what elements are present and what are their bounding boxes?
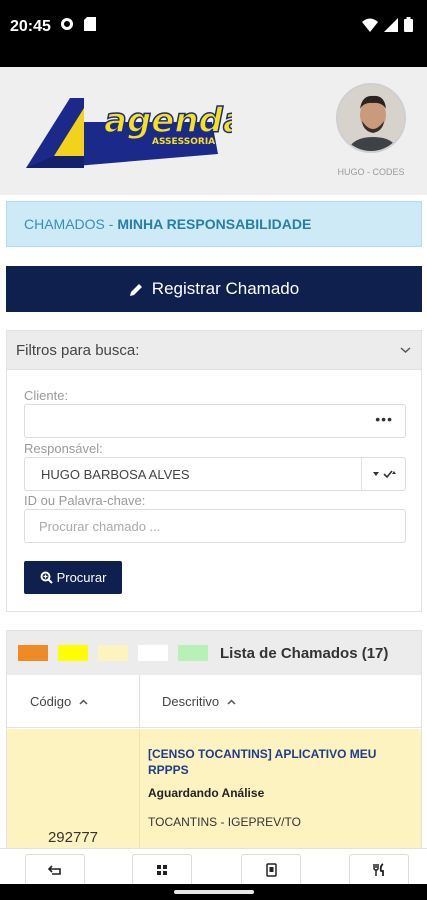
ticket-list-panel: Lista de Chamados (17) Código Descritivo… xyxy=(6,630,422,860)
filter-panel-header[interactable]: Filtros para busca: xyxy=(7,331,421,370)
client-lookup-icon[interactable]: ••• xyxy=(375,411,393,427)
column-header-code[interactable]: Código xyxy=(30,675,88,728)
filter-heading: Filtros para busca: xyxy=(16,341,140,359)
wifi-icon xyxy=(362,18,378,32)
legend-swatch-orange xyxy=(18,645,48,661)
ticket-title[interactable]: [CENSO TOCANTINS] APLICATIVO MEU RPPPS xyxy=(148,746,408,778)
legend-swatch-green xyxy=(178,645,208,661)
signal-icon xyxy=(384,17,398,32)
breadcrumb-current: MINHA RESPONSABILIDADE xyxy=(117,216,312,232)
status-time: 20:45 xyxy=(10,18,51,35)
home-gesture-handle[interactable] xyxy=(174,890,254,894)
svg-text:ASSESSORIA: ASSESSORIA xyxy=(152,137,215,147)
legend-swatch-yellow xyxy=(58,645,88,661)
keyword-search-input[interactable]: Procurar chamado ... xyxy=(24,509,406,543)
column-description-label: Descritivo xyxy=(162,694,220,709)
page-title: CHAMADOS - MINHA RESPONSABILIDADE xyxy=(6,201,422,247)
back-icon xyxy=(48,864,61,875)
chevron-down-icon[interactable] xyxy=(400,346,411,354)
register-ticket-button[interactable]: Registrar Chamado xyxy=(6,266,422,312)
keyword-label: ID ou Palavra-chave: xyxy=(24,493,146,508)
ticket-client: TOCANTINS - IGEPREV/TO xyxy=(148,815,301,829)
client-field[interactable]: ••• xyxy=(24,404,406,438)
legend-swatch-white xyxy=(138,645,168,661)
sort-up-icon xyxy=(227,698,236,705)
app-header: agenda ASSESSORIA HUGO - CODES xyxy=(0,67,427,195)
status-bar: 20:45 xyxy=(0,0,427,67)
ticket-list-title: Lista de Chamados (17) xyxy=(220,644,389,662)
column-code-label: Código xyxy=(30,694,72,709)
caret-down-icon xyxy=(372,470,396,479)
legend-swatch-light-yellow xyxy=(98,645,128,661)
sd-card-icon xyxy=(84,17,96,31)
system-nav-bar xyxy=(0,884,427,900)
breadcrumb-section: CHAMADOS xyxy=(24,216,105,232)
agenda-logo: agenda ASSESSORIA xyxy=(26,98,232,168)
search-button[interactable]: Procurar xyxy=(24,561,122,594)
register-ticket-label: Registrar Chamado xyxy=(151,279,300,298)
search-plus-icon xyxy=(40,571,53,584)
responsible-value: HUGO BARBOSA ALVES xyxy=(41,467,190,482)
meals-button[interactable] xyxy=(349,854,409,884)
search-button-label: Procurar xyxy=(56,570,107,585)
column-header-description[interactable]: Descritivo xyxy=(162,675,236,728)
utensils-icon xyxy=(373,862,384,876)
client-label: Cliente: xyxy=(24,388,69,403)
pencil-icon xyxy=(129,283,142,296)
grid-icon xyxy=(157,864,167,875)
responsible-label: Responsável: xyxy=(24,441,103,456)
battery-icon xyxy=(404,17,413,32)
avatar[interactable] xyxy=(336,83,406,153)
breadcrumb-separator: - xyxy=(104,216,118,232)
back-button[interactable] xyxy=(25,854,85,884)
menu-grid-button[interactable] xyxy=(132,854,192,884)
user-name[interactable]: HUGO - CODES xyxy=(330,167,412,177)
responsible-select[interactable]: HUGO BARBOSA ALVES xyxy=(24,457,406,491)
keyword-placeholder: Procurar chamado ... xyxy=(39,519,161,534)
bottom-toolbar xyxy=(0,848,427,884)
table-header: Código Descritivo xyxy=(7,675,421,728)
sort-up-icon xyxy=(79,698,88,705)
select-arrows-icon[interactable] xyxy=(361,458,405,490)
documents-button[interactable] xyxy=(241,854,301,884)
filter-panel: Filtros para busca: Cliente: ••• Respons… xyxy=(6,330,422,612)
gear-icon xyxy=(61,18,73,30)
user-photo-icon xyxy=(338,85,404,151)
table-row[interactable]: 292777 [CENSO TOCANTINS] APLICATIVO MEU … xyxy=(7,729,421,859)
svg-text:agenda: agenda xyxy=(104,101,232,141)
document-icon xyxy=(265,862,277,877)
ticket-list-header: Lista de Chamados (17) xyxy=(7,631,421,675)
ticket-code: 292777 xyxy=(47,829,99,846)
ticket-status: Aguardando Análise xyxy=(148,786,265,800)
